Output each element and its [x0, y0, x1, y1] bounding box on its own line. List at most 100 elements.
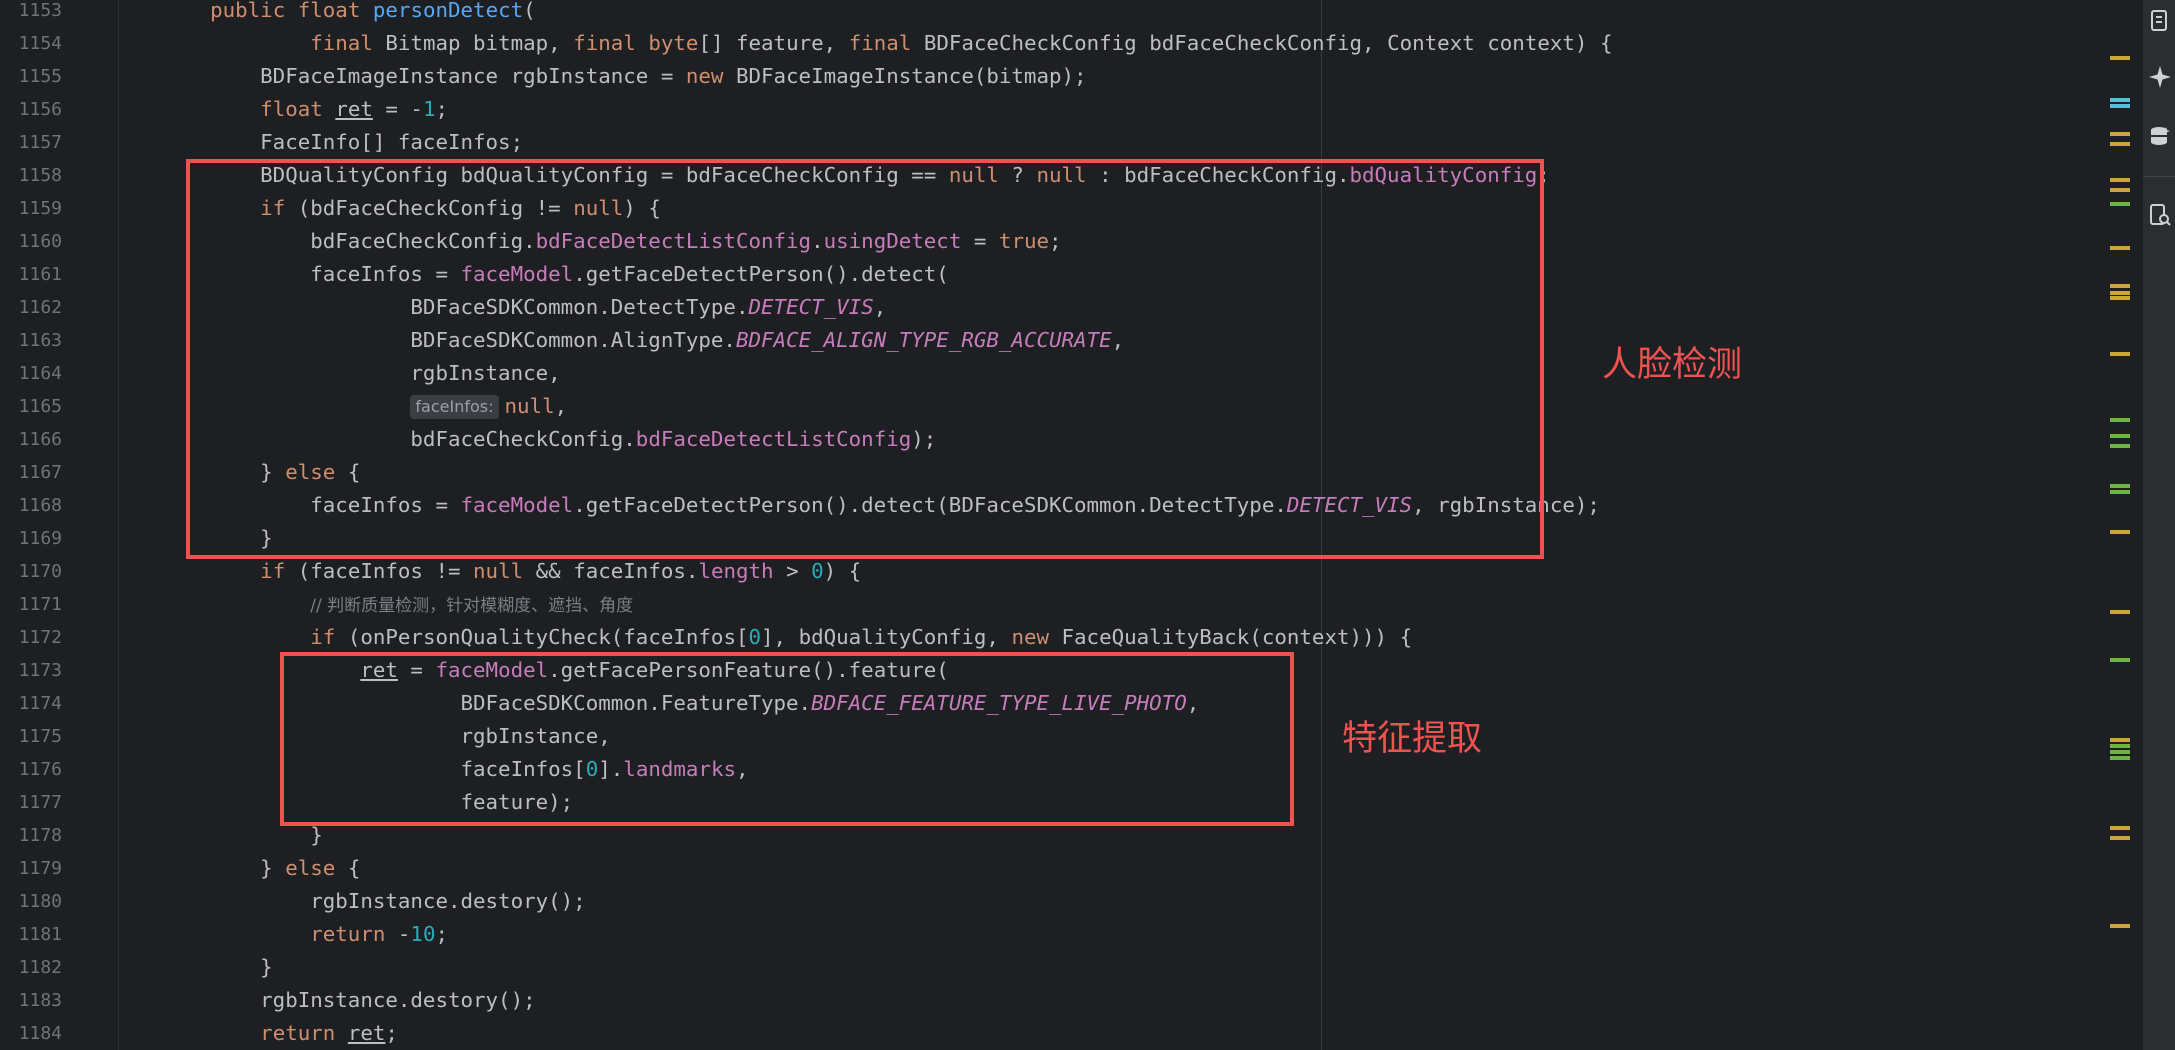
- code-text[interactable]: BDFaceImageInstance rgbInstance = new BD…: [160, 60, 1086, 93]
- scrollbar-marker[interactable]: [2110, 188, 2130, 192]
- line-number[interactable]: 1181: [0, 918, 62, 951]
- scrollbar-marker[interactable]: [2110, 178, 2130, 182]
- scrollbar-marker[interactable]: [2110, 750, 2130, 754]
- scrollbar-marker[interactable]: [2110, 284, 2130, 288]
- line-number[interactable]: 1170: [0, 555, 62, 588]
- scrollbar-marker[interactable]: [2110, 202, 2130, 206]
- code-text[interactable]: float ret = -1;: [160, 93, 448, 126]
- code-token: 10: [410, 922, 436, 946]
- line-number[interactable]: 1172: [0, 621, 62, 654]
- code-text[interactable]: if (faceInfos != null && faceInfos.lengt…: [160, 555, 861, 588]
- line-number[interactable]: 1164: [0, 357, 62, 390]
- code-text[interactable]: FaceInfo[] faceInfos;: [160, 126, 523, 159]
- line-number[interactable]: 1168: [0, 489, 62, 522]
- scrollbar-marker[interactable]: [2110, 924, 2130, 928]
- code-token: 1: [422, 97, 436, 121]
- scrollbar-marker[interactable]: [2110, 132, 2130, 136]
- code-text[interactable]: rgbInstance.destory();: [160, 885, 585, 918]
- line-number[interactable]: 1155: [0, 60, 62, 93]
- code-text[interactable]: rgbInstance.destory();: [160, 984, 536, 1017]
- line-number[interactable]: 1161: [0, 258, 62, 291]
- scrollbar-marker[interactable]: [2110, 738, 2130, 742]
- line-number[interactable]: 1184: [0, 1017, 62, 1050]
- scrollbar-marker[interactable]: [2110, 352, 2130, 356]
- code-text[interactable]: // 判断质量检测，针对模糊度、遮挡、角度: [160, 588, 633, 623]
- line-number[interactable]: 1178: [0, 819, 62, 852]
- scrollbar-marker[interactable]: [2110, 490, 2130, 494]
- line-number[interactable]: 1167: [0, 456, 62, 489]
- code-line[interactable]: 1154 final Bitmap bitmap, final byte[] f…: [0, 27, 2100, 60]
- line-number[interactable]: 1183: [0, 984, 62, 1017]
- scrollbar-marker[interactable]: [2110, 418, 2130, 422]
- line-number[interactable]: 1162: [0, 291, 62, 324]
- line-number[interactable]: 1165: [0, 390, 62, 423]
- code-line[interactable]: 1172 if (onPersonQualityCheck(faceInfos[…: [0, 621, 2100, 654]
- scrollbar-marker[interactable]: [2110, 291, 2130, 295]
- code-line[interactable]: 1155 BDFaceImageInstance rgbInstance = n…: [0, 60, 2100, 93]
- error-stripe[interactable]: [2132, 0, 2143, 1050]
- code-line[interactable]: 1171 // 判断质量检测，针对模糊度、遮挡、角度: [0, 588, 2100, 621]
- scrollbar-marker[interactable]: [2110, 56, 2130, 60]
- line-number[interactable]: 1159: [0, 192, 62, 225]
- code-text[interactable]: }: [160, 951, 273, 984]
- code-token: rgbInstance.destory();: [160, 988, 536, 1012]
- code-line[interactable]: 1182 }: [0, 951, 2100, 984]
- code-text[interactable]: return -10;: [160, 918, 448, 951]
- scrollbar-marker[interactable]: [2110, 246, 2130, 250]
- line-number[interactable]: 1176: [0, 753, 62, 786]
- line-number[interactable]: 1160: [0, 225, 62, 258]
- code-editor[interactable]: 1153 public float personDetect(1154 fina…: [0, 0, 2132, 1050]
- line-number[interactable]: 1173: [0, 654, 62, 687]
- scrollbar-marker[interactable]: [2110, 296, 2130, 300]
- scrollbar-marker[interactable]: [2110, 444, 2130, 448]
- line-number[interactable]: 1175: [0, 720, 62, 753]
- code-text[interactable]: if (onPersonQualityCheck(faceInfos[0], b…: [160, 621, 1412, 654]
- code-line[interactable]: 1183 rgbInstance.destory();: [0, 984, 2100, 1017]
- scrollbar-marker[interactable]: [2110, 836, 2130, 840]
- line-number[interactable]: 1179: [0, 852, 62, 885]
- scrollbar-marker[interactable]: [2110, 756, 2130, 760]
- scrollbar-marker[interactable]: [2110, 658, 2130, 662]
- scrollbar-marker[interactable]: [2110, 826, 2130, 830]
- line-number[interactable]: 1174: [0, 687, 62, 720]
- code-line[interactable]: 1170 if (faceInfos != null && faceInfos.…: [0, 555, 2100, 588]
- scrollbar-marker[interactable]: [2110, 434, 2130, 438]
- scrollbar-marker[interactable]: [2110, 104, 2130, 108]
- code-line[interactable]: 1156 float ret = -1;: [0, 93, 2100, 126]
- code-token: FaceQualityBack(context))) {: [1049, 625, 1413, 649]
- line-number[interactable]: 1177: [0, 786, 62, 819]
- line-number[interactable]: 1182: [0, 951, 62, 984]
- line-number[interactable]: 1154: [0, 27, 62, 60]
- line-number[interactable]: 1180: [0, 885, 62, 918]
- code-token: personDetect: [372, 0, 524, 22]
- sparkle-icon[interactable]: [2147, 64, 2173, 90]
- code-line[interactable]: 1179 } else {: [0, 852, 2100, 885]
- search-document-icon[interactable]: [2147, 202, 2173, 228]
- scrollbar-marker[interactable]: [2110, 530, 2130, 534]
- scrollbar-marker[interactable]: [2110, 610, 2130, 614]
- code-text[interactable]: public float personDetect(: [160, 0, 536, 27]
- line-number[interactable]: 1158: [0, 159, 62, 192]
- scrollbar-marker[interactable]: [2110, 98, 2130, 102]
- code-line[interactable]: 1153 public float personDetect(: [0, 0, 2100, 27]
- line-number[interactable]: 1166: [0, 423, 62, 456]
- scrollbar-marker[interactable]: [2110, 142, 2130, 146]
- code-text[interactable]: return ret;: [160, 1017, 398, 1050]
- line-number[interactable]: 1169: [0, 522, 62, 555]
- line-number[interactable]: 1153: [0, 0, 62, 27]
- line-number[interactable]: 1156: [0, 93, 62, 126]
- line-number[interactable]: 1163: [0, 324, 62, 357]
- code-line[interactable]: 1180 rgbInstance.destory();: [0, 885, 2100, 918]
- line-number[interactable]: 1171: [0, 588, 62, 621]
- scrollbar-marker[interactable]: [2110, 744, 2130, 748]
- database-icon[interactable]: [2147, 124, 2173, 150]
- code-token: return: [310, 922, 386, 946]
- code-line[interactable]: 1157 FaceInfo[] faceInfos;: [0, 126, 2100, 159]
- scrollbar-marker[interactable]: [2110, 484, 2130, 488]
- code-text[interactable]: } else {: [160, 852, 360, 885]
- line-number[interactable]: 1157: [0, 126, 62, 159]
- code-line[interactable]: 1181 return -10;: [0, 918, 2100, 951]
- code-line[interactable]: 1184 return ret;: [0, 1017, 2100, 1050]
- code-text[interactable]: final Bitmap bitmap, final byte[] featur…: [160, 27, 1612, 60]
- document-icon[interactable]: [2147, 8, 2173, 34]
